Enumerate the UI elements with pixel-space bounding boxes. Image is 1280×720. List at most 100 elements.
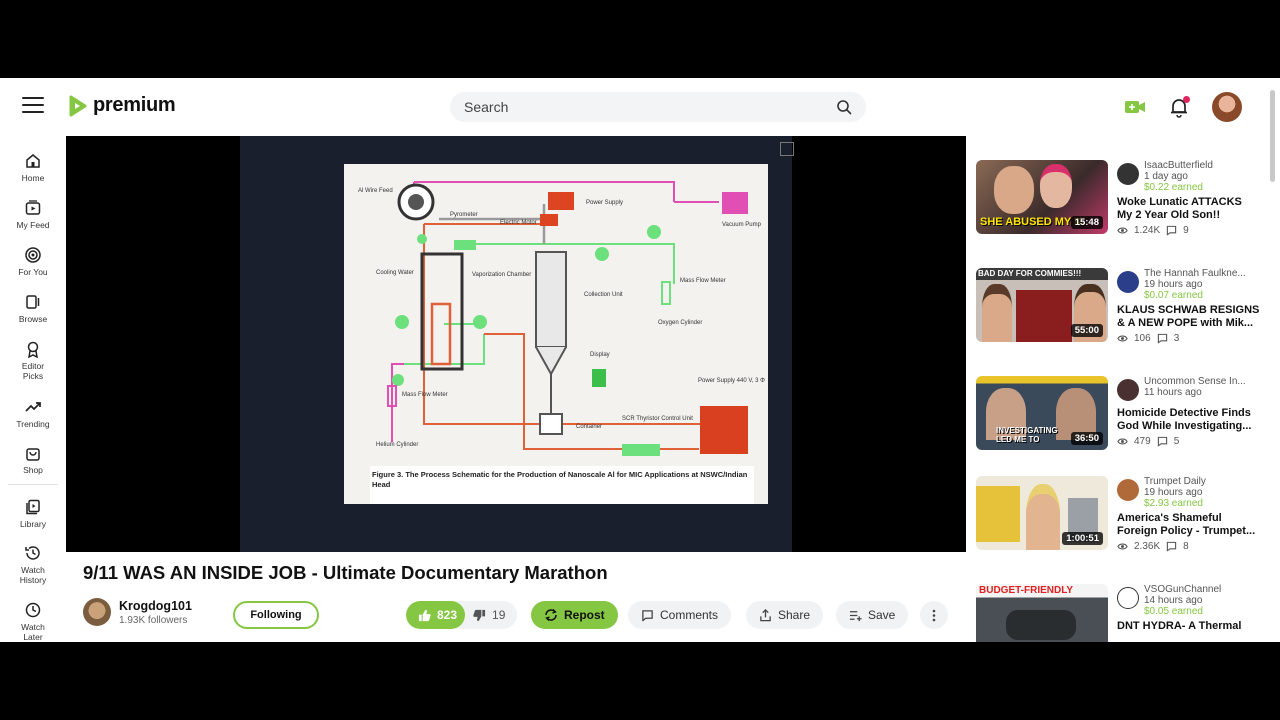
recommended-video[interactable]: BUDGET-FRIENDLY VSOGunChannel 14 hours a… [976,584,1260,642]
nav-browse[interactable]: Browse [0,293,66,324]
history-icon [25,546,40,560]
nav-for-you[interactable]: For You [0,246,66,277]
channel-avatar[interactable] [83,598,111,626]
comment-icon [1157,333,1167,344]
view-count: 2.36K [1134,541,1161,552]
channel-name[interactable]: Uncommon Sense In... [1144,376,1262,387]
video-title[interactable]: Woke Lunatic ATTACKS My 2 Year Old Son!! [1117,196,1260,222]
channel-avatar[interactable] [1117,379,1139,401]
thumbnail-device [1006,610,1076,640]
slide-label: Power Supply 440 V, 3 Φ [698,378,765,384]
video-stats: 2.36K 8 [1117,541,1260,552]
repost-label: Repost [564,608,605,622]
thumbnail-text: BUDGET-FRIENDLY [979,585,1074,596]
channel-avatar[interactable] [1117,271,1139,293]
view-count: 106 [1134,333,1151,344]
thumbnail-crowd [1016,290,1072,342]
channel-avatar[interactable] [1117,479,1139,501]
nav-trending[interactable]: Trending [0,398,66,429]
channel-name[interactable]: The Hannah Faulkne... [1144,268,1262,279]
playlist-add-icon [849,610,862,621]
recommended-video[interactable]: INVESTIGATING LED ME TO 36:50 Uncommon S… [976,376,1260,468]
scrollbar-thumb[interactable] [1270,90,1275,182]
nav-label: For You [18,267,48,277]
upload-time: 19 hours ago [1144,279,1203,290]
save-label: Save [868,608,896,622]
dislike-button[interactable]: 19 [465,601,517,629]
recommended-video[interactable]: 1:00:51 Trumpet Daily 19 hours ago $2.93… [976,476,1260,568]
process-schematic-slide: Al Wire Feed Power Supply Pyrometer Elec… [344,164,768,504]
nav-shop[interactable]: Shop [0,444,66,475]
thumbnail-text: SHE ABUSED MY KI [980,216,1086,228]
video-title[interactable]: America's Shameful Foreign Policy - Trum… [1117,512,1260,538]
nav-label: Library [20,519,46,529]
nav-watch-later[interactable]: Watch Later [0,601,66,642]
video-title[interactable]: KLAUS SCHWAB RESIGNS & A NEW POPE with M… [1117,304,1260,330]
like-button[interactable]: 823 [406,601,466,629]
nav-my-feed[interactable]: My Feed [0,199,66,230]
nav-watch-history[interactable]: Watch History [0,544,66,585]
comments-label: Comments [660,608,719,622]
slide-caption: Figure 3. The Process Schematic for the … [372,470,748,489]
video-player[interactable]: Al Wire Feed Power Supply Pyrometer Elec… [66,136,966,552]
recommended-video[interactable]: BAD DAY FOR COMMIES!!! 55:00 The Hannah … [976,268,1260,360]
slide-label: Display [590,352,610,358]
nav-editor-picks[interactable]: Editor Picks [0,340,66,381]
search-icon[interactable] [836,99,852,115]
clock-icon [25,602,41,618]
video-thumbnail[interactable]: 1:00:51 [976,476,1108,550]
upload-time: 1 day ago [1144,171,1188,182]
logo[interactable]: premium [66,94,176,117]
nav-home[interactable]: Home [0,152,66,183]
feed-icon [25,200,41,215]
video-duration: 55:00 [1070,324,1103,337]
menu-icon[interactable] [22,97,44,115]
header-actions [1124,92,1242,122]
play-logo-icon [69,95,87,116]
video-thumbnail[interactable]: INVESTIGATING LED ME TO 36:50 [976,376,1108,450]
slide-label: Vacuum Pump [722,222,762,228]
channel-name[interactable]: Krogdog101 [119,599,192,613]
channel-avatar[interactable] [1117,163,1139,185]
search-input[interactable] [464,99,836,115]
library-icon [26,499,40,515]
video-thumbnail[interactable]: BAD DAY FOR COMMIES!!! 55:00 [976,268,1108,342]
save-button[interactable]: Save [836,601,909,629]
comment-icon [1157,436,1167,447]
comments-button[interactable]: Comments [628,601,732,629]
repost-button[interactable]: Repost [531,601,618,629]
following-button[interactable]: Following [233,601,319,629]
thumbnail-person [982,284,1012,342]
slide-label: Cooling Water [376,270,414,276]
thumbnail-face [994,166,1034,214]
player-settings-icon[interactable] [780,142,794,156]
video-title[interactable]: Homicide Detective Finds God While Inves… [1117,407,1260,433]
notifications-button[interactable] [1168,96,1190,118]
nav-label: Watch Later [21,622,45,642]
channel-info[interactable]: Krogdog101 1.93K followers [83,598,192,626]
video-title[interactable]: DNT HYDRA- A Thermal [1117,620,1260,642]
video-info: The Hannah Faulkne... 19 hours ago $0.07… [1117,268,1260,344]
brand-name: premium [93,94,176,116]
channel-name[interactable]: Trumpet Daily [1144,476,1262,487]
more-options-button[interactable] [920,601,948,629]
upload-video-icon[interactable] [1124,96,1146,118]
thumbs-up-icon [418,609,431,621]
channel-avatar[interactable] [1117,587,1139,609]
user-avatar[interactable] [1212,92,1242,122]
upload-time: 14 hours ago [1144,595,1203,606]
recommended-video[interactable]: SHE ABUSED MY KI 15:48 IsaacButterfield … [976,160,1260,252]
repost-icon [545,609,557,621]
share-button[interactable]: Share [746,601,824,629]
channel-name[interactable]: IsaacButterfield [1144,160,1262,171]
video-thumbnail[interactable]: SHE ABUSED MY KI 15:48 [976,160,1108,234]
slide-label: Mass Flow Meter [680,278,726,284]
nav-library[interactable]: Library [0,498,66,529]
thumbs-down-icon [473,609,486,621]
search-bar[interactable] [450,92,866,122]
dislike-count: 19 [492,608,506,622]
slide-label: Container [576,424,602,430]
video-thumbnail[interactable]: BUDGET-FRIENDLY [976,584,1108,642]
channel-name[interactable]: VSOGunChannel [1144,584,1262,595]
earned-amount: $0.07 earned [1144,290,1203,301]
